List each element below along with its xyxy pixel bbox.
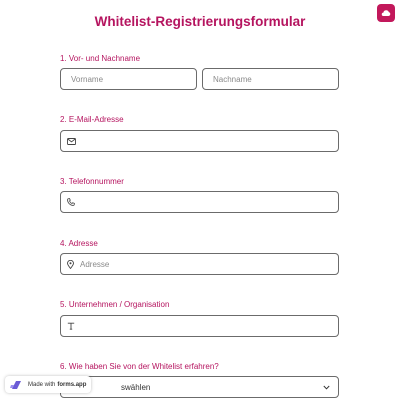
question-label-name: 1. Vor- und Nachname [60,54,141,63]
last-name-field[interactable] [202,68,339,90]
last-name-input[interactable] [203,69,338,89]
chevron-down-icon [323,385,330,390]
source-select[interactable]: swählen [60,376,339,398]
source-select-value: swählen [121,382,151,392]
question-label-address: 4. Adresse [60,239,98,248]
question-label-phone: 3. Telefonnummer [60,177,124,186]
address-input[interactable] [74,254,338,274]
made-with-badge[interactable]: Made with forms.app [5,376,91,393]
company-field[interactable] [60,315,339,337]
map-pin-icon [67,259,74,269]
cloud-icon [381,9,391,17]
badge-prefix: Made with [28,381,56,388]
mail-icon [67,137,76,145]
email-field[interactable] [60,130,339,152]
question-label-email: 2. E-Mail-Adresse [60,115,124,124]
text-icon [67,322,75,330]
page-title: Whitelist-Registrierungsformular [94,14,306,29]
phone-input[interactable] [75,192,338,212]
phone-icon [67,198,75,206]
badge-brand: forms.app [57,381,87,388]
question-label-source: 6. Wie haben Sie von der Whitelist erfah… [60,362,219,371]
email-input[interactable] [76,131,338,151]
phone-field[interactable] [60,191,339,213]
question-label-company: 5. Unternehmen / Organisation [60,300,170,309]
first-name-input[interactable] [61,69,196,89]
address-field[interactable] [60,253,339,275]
forms-app-logo-icon [10,379,23,391]
company-input[interactable] [75,316,338,336]
save-button[interactable] [377,4,395,22]
first-name-field[interactable] [60,68,197,90]
